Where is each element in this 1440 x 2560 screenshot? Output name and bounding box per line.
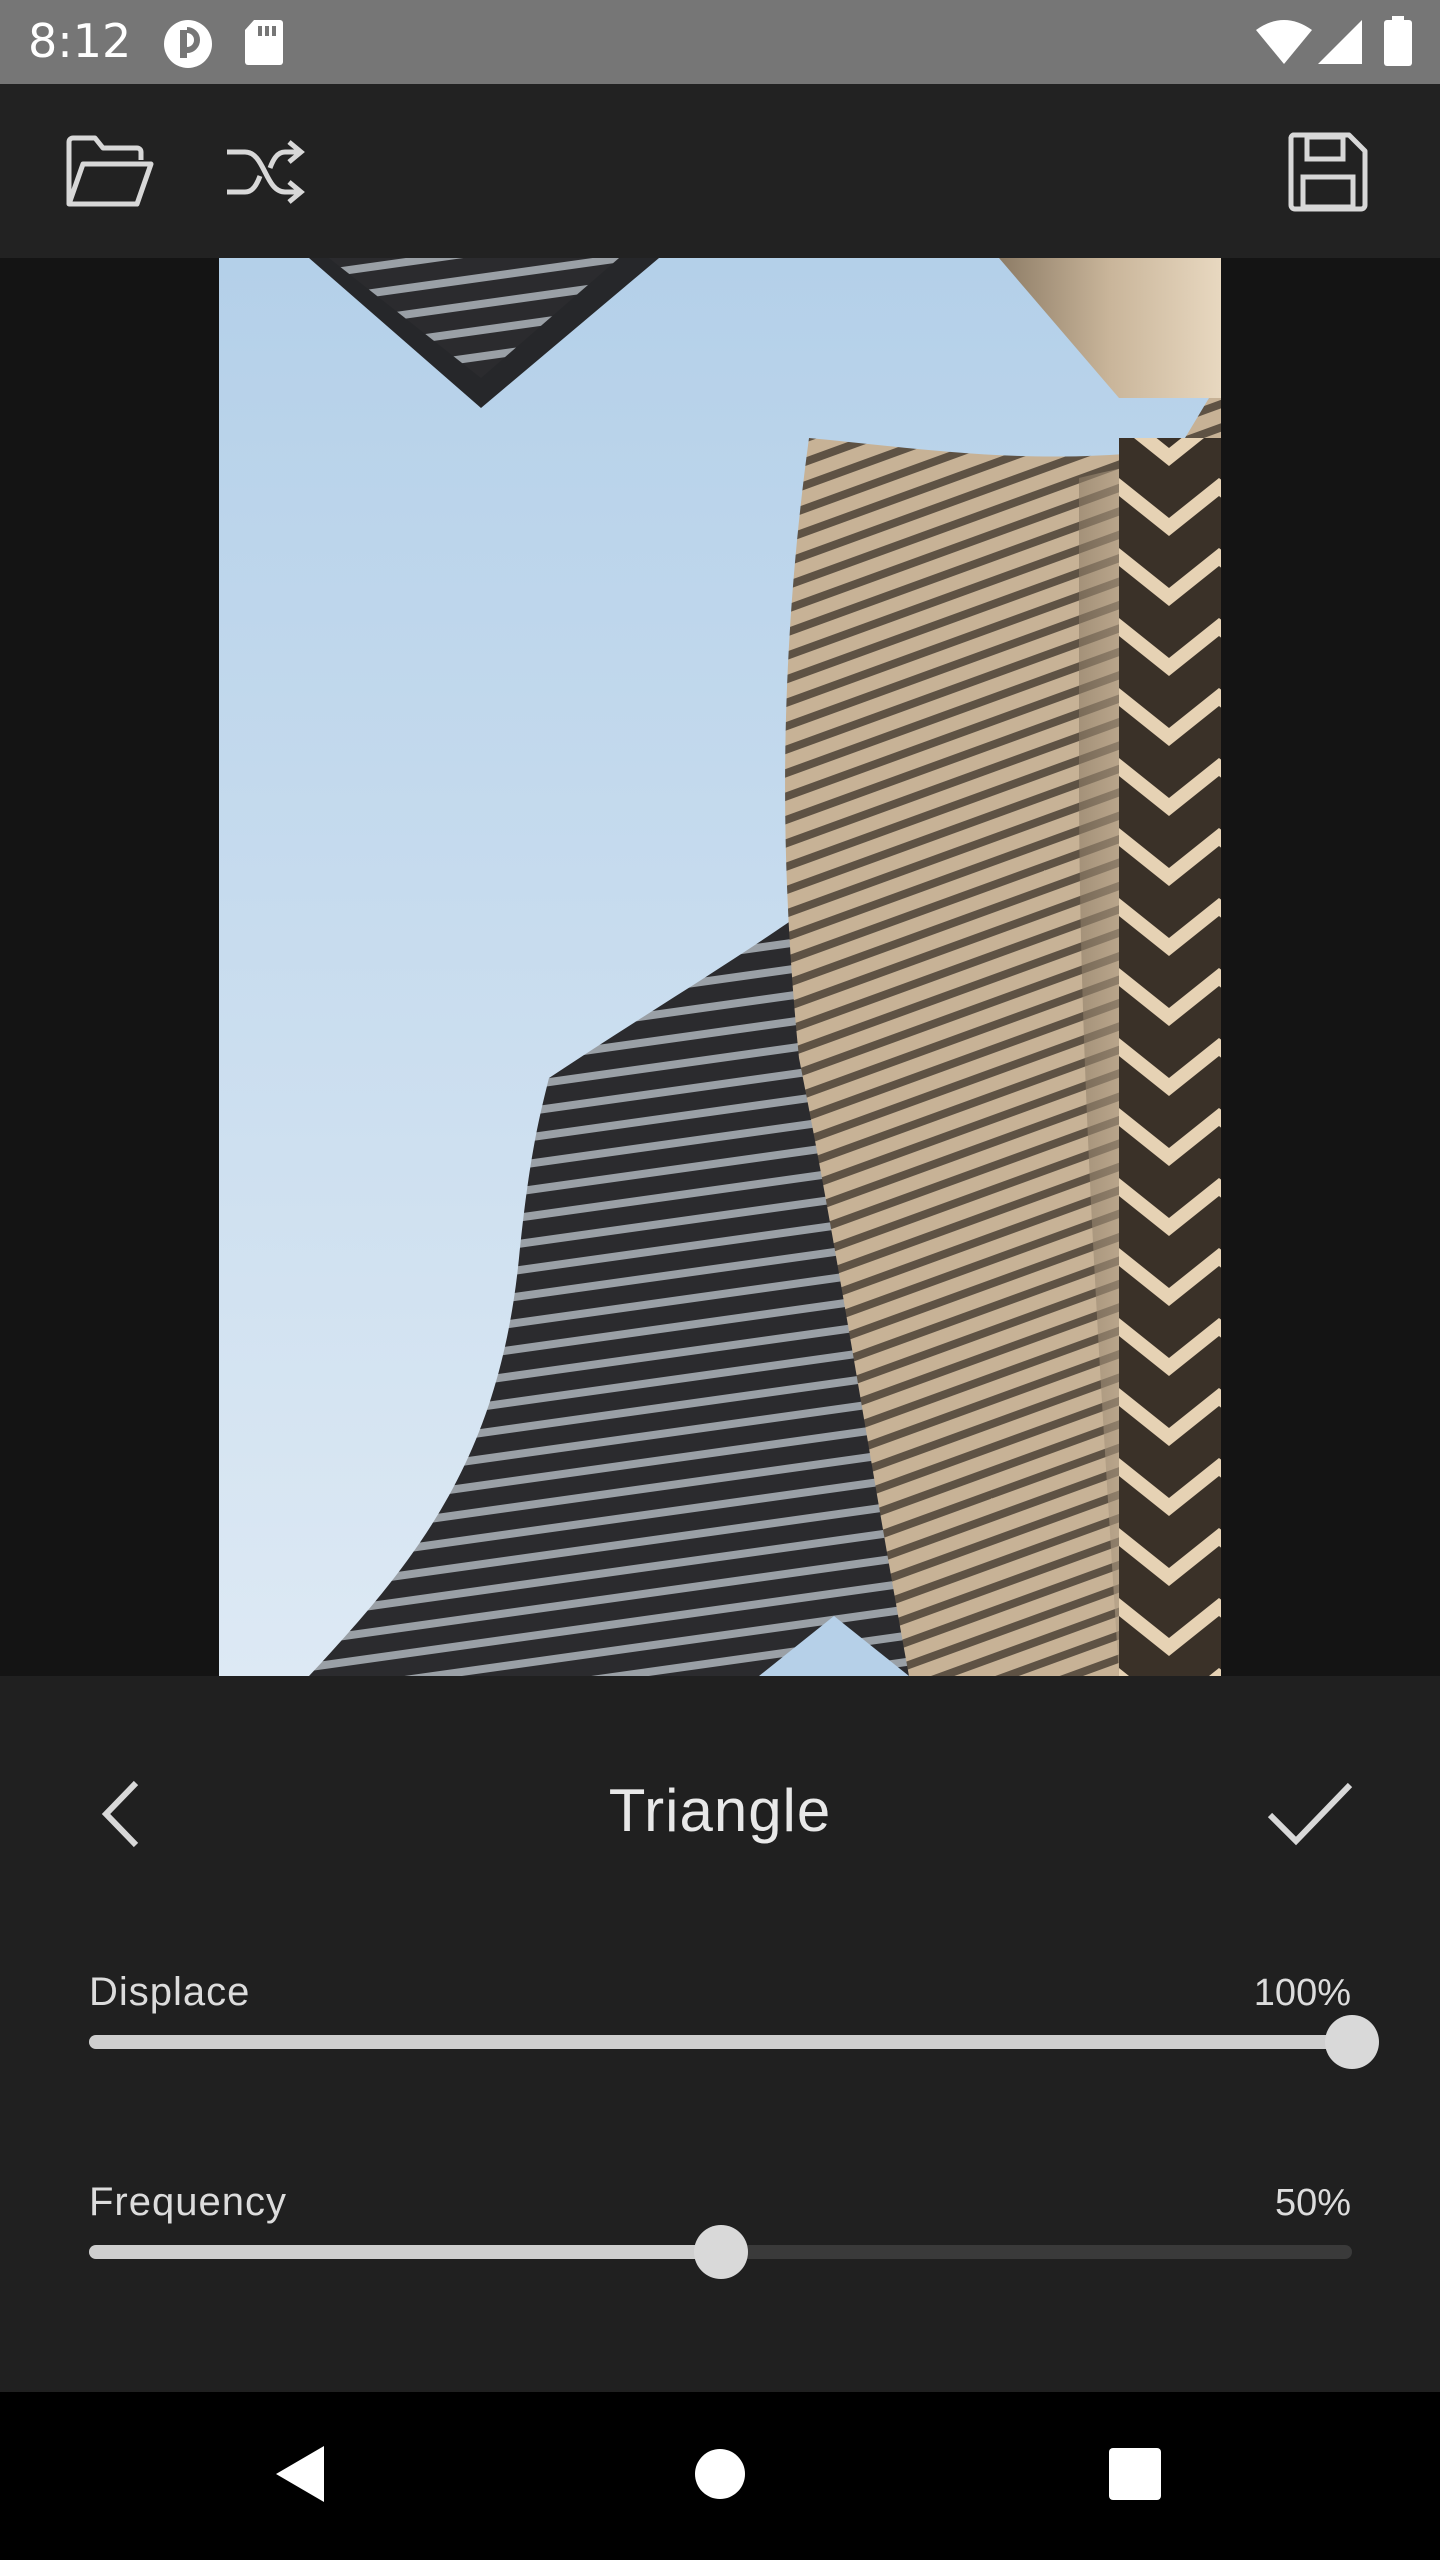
status-bar: 8:12	[0, 0, 1440, 84]
preview-photo	[219, 258, 1221, 1676]
frequency-slider-fill	[89, 2245, 721, 2259]
cellular-signal-icon	[1318, 20, 1362, 69]
apply-button[interactable]	[1250, 1766, 1370, 1866]
effect-title: Triangle	[608, 1777, 832, 1844]
system-nav-bar	[0, 2392, 1440, 2560]
displace-value: 100%	[1253, 1972, 1351, 2014]
nav-back-button[interactable]	[250, 2426, 350, 2526]
back-triangle-icon	[272, 2444, 328, 2509]
folder-open-icon	[65, 134, 155, 215]
save-icon	[1287, 131, 1369, 218]
shuffle-icon	[225, 139, 305, 209]
app-notification-icon	[162, 18, 214, 75]
home-circle-icon	[694, 2448, 746, 2505]
displace-slider-fill	[89, 2035, 1352, 2049]
displace-slider-thumb[interactable]	[1325, 2015, 1379, 2069]
open-folder-button[interactable]	[60, 124, 160, 224]
effect-panel: Triangle Displace 100% Frequency 50%	[0, 1676, 1440, 2392]
recents-square-icon	[1109, 2447, 1161, 2505]
top-toolbar	[0, 84, 1440, 258]
frequency-label: Frequency	[89, 2180, 287, 2224]
frequency-value: 50%	[1274, 2182, 1351, 2224]
save-button[interactable]	[1278, 124, 1378, 224]
displace-label: Displace	[89, 1970, 251, 2014]
frequency-slider-thumb[interactable]	[693, 2225, 748, 2279]
image-canvas[interactable]	[0, 258, 1440, 1676]
wifi-icon	[1256, 20, 1312, 69]
sd-card-icon	[244, 18, 284, 71]
shuffle-button[interactable]	[215, 124, 315, 224]
status-time: 8:12	[28, 14, 132, 68]
battery-icon	[1384, 16, 1412, 71]
nav-home-button[interactable]	[670, 2426, 770, 2526]
frequency-slider[interactable]	[89, 2225, 1352, 2279]
displace-slider[interactable]	[89, 2015, 1379, 2069]
check-icon	[1266, 1781, 1354, 1852]
nav-recents-button[interactable]	[1085, 2426, 1185, 2526]
